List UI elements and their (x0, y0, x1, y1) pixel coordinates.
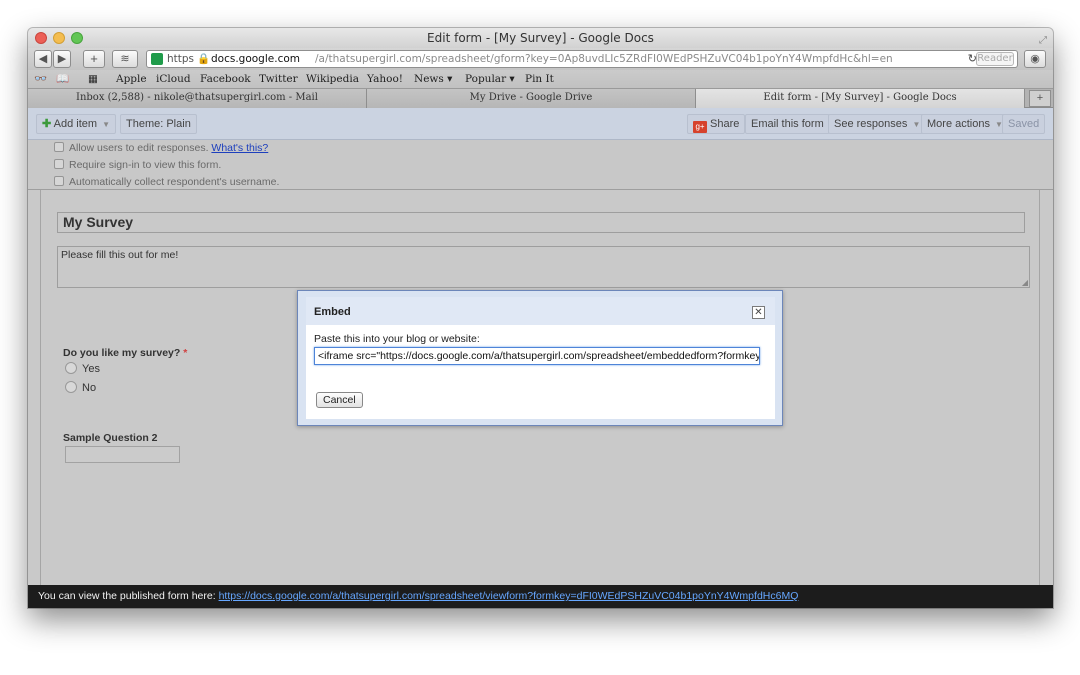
tab-inbox[interactable]: Inbox (2,588) - nikole@thatsupergirl.com… (28, 89, 367, 108)
embed-dialog: Embed ✕ Paste this into your blog or web… (297, 290, 783, 426)
google-plus-share-icon: g+ (693, 121, 707, 133)
more-actions-button[interactable]: More actions ▼ (921, 114, 1009, 134)
published-form-bar: You can view the published form here: ht… (28, 585, 1053, 608)
form-title-input[interactable]: My Survey (57, 212, 1025, 233)
embed-instructions: Paste this into your blog or website: (314, 333, 480, 345)
more-actions-label: More actions (927, 118, 990, 130)
email-form-button[interactable]: Email this form (745, 114, 830, 134)
radio-no[interactable] (65, 381, 77, 393)
bookmark-twitter[interactable]: Twitter (259, 70, 298, 88)
bookmarks-book-icon[interactable]: 📖 (56, 70, 69, 88)
forward-arrow-icon: ▶ (57, 53, 67, 65)
layers-icon: ≋ (120, 53, 130, 65)
back-button[interactable]: ◀ (34, 50, 52, 68)
form-description-input[interactable]: Please fill this out for me! ◢ (57, 246, 1030, 288)
bookmark-yahoo[interactable]: Yahoo! (367, 70, 403, 88)
allow-edit-setting[interactable]: Allow users to edit responses. What's th… (54, 141, 268, 155)
chevron-down-icon: ▼ (102, 120, 111, 129)
whats-this-link[interactable]: What's this? (211, 142, 268, 154)
downloads-button[interactable]: ◉ (1024, 50, 1046, 68)
bookmark-pin-it[interactable]: Pin It (525, 70, 554, 88)
reader-button[interactable]: Reader (976, 52, 1014, 66)
option-no-label: No (82, 382, 97, 394)
question-2-title[interactable]: Sample Question 2 (63, 432, 158, 444)
embed-code-input[interactable]: <iframe src="https://docs.google.com/a/t… (314, 347, 760, 365)
title-bar: Edit form - [My Survey] - Google Docs ⤢ (28, 28, 1053, 48)
allow-edit-label: Allow users to edit responses. (69, 142, 209, 154)
url-https: https 🔒 (167, 53, 211, 65)
required-mark: * (183, 347, 188, 359)
close-icon[interactable]: ✕ (752, 306, 765, 319)
question-1-title[interactable]: Do you like my survey? * (63, 347, 187, 359)
window-title: Edit form - [My Survey] - Google Docs (427, 31, 654, 45)
embed-dialog-title: Embed (314, 306, 351, 318)
question-1-option-yes[interactable]: Yes (65, 362, 100, 376)
page-content: ✚ Add item ▼ Theme: Plain g+ Share Email … (28, 108, 1053, 585)
chevron-down-icon: ▼ (912, 120, 921, 129)
sidebar-button[interactable]: ≋ (112, 50, 138, 68)
radio-yes[interactable] (65, 362, 77, 374)
form-settings: Allow users to edit responses. What's th… (28, 140, 1053, 190)
add-icon: ✚ (42, 118, 52, 130)
forward-button[interactable]: ▶ (53, 50, 71, 68)
tab-edit-form[interactable]: Edit form - [My Survey] - Google Docs (696, 89, 1025, 108)
collect-username-label: Automatically collect respondent's usern… (69, 176, 280, 188)
published-form-text: You can view the published form here: (38, 590, 216, 602)
see-responses-button[interactable]: See responses ▼ (828, 114, 927, 134)
cancel-button[interactable]: Cancel (316, 392, 363, 408)
bookmark-apple[interactable]: Apple (116, 70, 147, 88)
see-responses-label: See responses (834, 118, 908, 130)
add-item-label: Add item (53, 118, 98, 130)
top-sites-icon[interactable]: ▦ (88, 70, 98, 88)
new-tab-button[interactable]: + (83, 50, 105, 68)
collect-username-setting[interactable]: Automatically collect respondent's usern… (54, 175, 279, 189)
share-label: Share (710, 118, 740, 130)
back-arrow-icon: ◀ (38, 53, 48, 65)
require-signin-checkbox[interactable] (54, 159, 64, 169)
address-bar[interactable]: https 🔒 docs.google.com /a/thatsupergirl… (146, 50, 1018, 68)
question-2-text-input[interactable] (65, 446, 180, 463)
bookmark-icloud[interactable]: iCloud (156, 70, 191, 88)
reading-list-icon[interactable]: 👓 (34, 70, 47, 88)
require-signin-label: Require sign-in to view this form. (69, 159, 222, 171)
lock-icon: 🔒 (197, 53, 211, 65)
embed-dialog-body: Embed ✕ Paste this into your blog or web… (306, 297, 775, 419)
bookmark-news[interactable]: News ▾ (414, 70, 452, 88)
allow-edit-checkbox[interactable] (54, 142, 64, 152)
download-icon: ◉ (1030, 53, 1040, 65)
share-button[interactable]: g+ Share (687, 114, 746, 134)
published-form-link[interactable]: https://docs.google.com/a/thatsupergirl.… (219, 590, 799, 602)
tab-my-drive[interactable]: My Drive - Google Drive (367, 89, 696, 108)
tab-bar: Inbox (2,588) - nikole@thatsupergirl.com… (28, 88, 1053, 108)
add-item-button[interactable]: ✚ Add item ▼ (36, 114, 117, 134)
close-window-button[interactable] (35, 32, 47, 44)
form-description-text: Please fill this out for me! (61, 249, 179, 261)
minimize-window-button[interactable] (53, 32, 65, 44)
plus-icon: + (1036, 92, 1044, 104)
option-yes-label: Yes (82, 363, 100, 375)
question-1-option-no[interactable]: No (65, 381, 96, 395)
sheets-favicon-icon (151, 53, 163, 65)
require-signin-setting[interactable]: Require sign-in to view this form. (54, 158, 221, 172)
browser-toolbar: ◀ ▶ + ≋ https 🔒 docs.google.com /a/thats… (28, 48, 1053, 70)
theme-button[interactable]: Theme: Plain (120, 114, 197, 134)
url-domain: docs.google.com (211, 53, 300, 65)
bookmark-facebook[interactable]: Facebook (200, 70, 251, 88)
resize-grip-icon[interactable]: ◢ (1022, 278, 1028, 287)
collect-username-checkbox[interactable] (54, 176, 64, 186)
bookmark-wikipedia[interactable]: Wikipedia (306, 70, 359, 88)
zoom-window-button[interactable] (71, 32, 83, 44)
plus-icon: + (90, 51, 98, 66)
question-1-text: Do you like my survey? (63, 347, 181, 359)
bookmark-popular[interactable]: Popular ▾ (465, 70, 515, 88)
form-toolbar: ✚ Add item ▼ Theme: Plain g+ Share Email … (28, 108, 1053, 140)
browser-window: Edit form - [My Survey] - Google Docs ⤢ … (28, 28, 1053, 608)
url-path: /a/thatsupergirl.com/spreadsheet/gform?k… (315, 53, 893, 65)
bookmarks-bar: 👓 📖 ▦ Apple iCloud Facebook Twitter Wiki… (28, 70, 1053, 88)
add-tab-button[interactable]: + (1029, 90, 1051, 107)
saved-button[interactable]: Saved (1002, 114, 1046, 134)
embed-dialog-header: Embed ✕ (306, 297, 775, 325)
